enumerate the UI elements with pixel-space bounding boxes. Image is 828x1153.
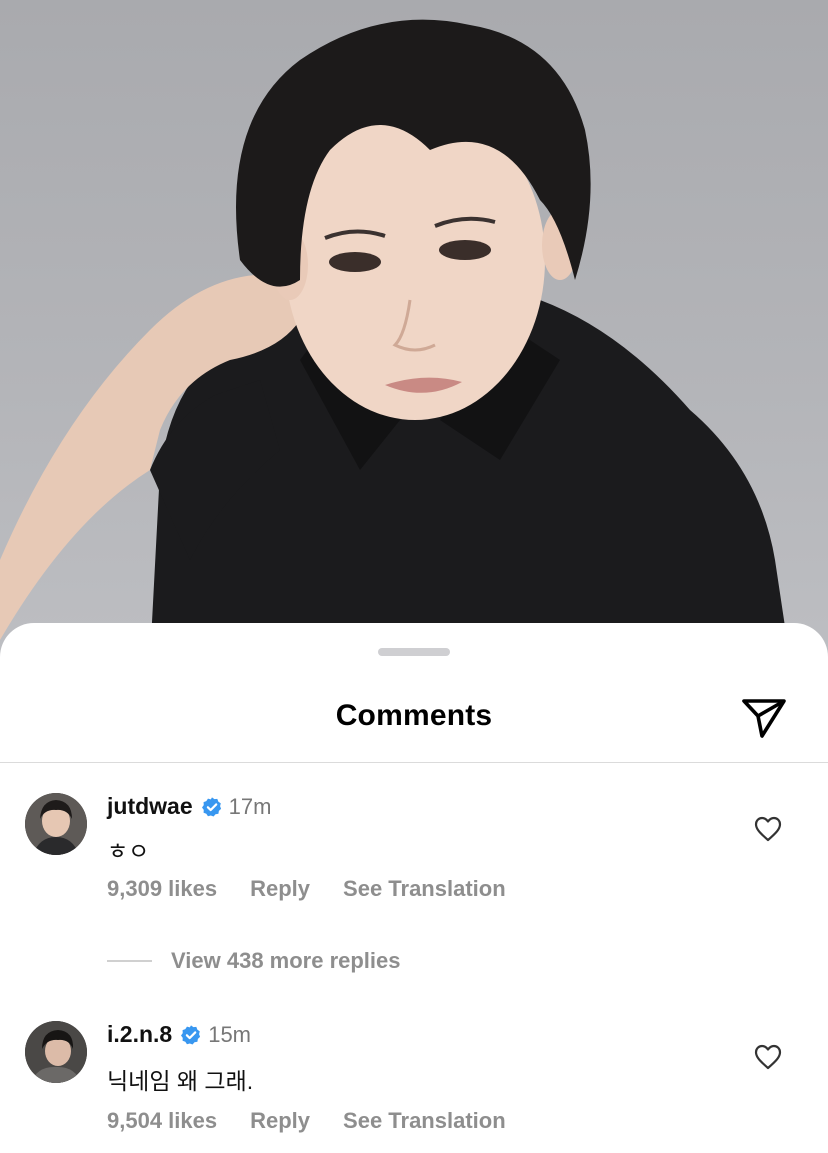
comment-time: 17m [228, 793, 272, 819]
person-photo-illustration [0, 19, 790, 660]
comment-time: 15m [208, 1021, 251, 1047]
likes-count[interactable]: 9,309 likes [107, 876, 217, 902]
paper-plane-icon[interactable] [740, 696, 788, 740]
comment-actions: 9,309 likes Reply See Translation [107, 876, 506, 902]
avatar[interactable] [25, 1021, 87, 1083]
username[interactable]: i.2.n.8 [107, 1021, 172, 1048]
sheet-grabber[interactable] [378, 648, 450, 656]
reply-button[interactable]: Reply [250, 876, 310, 902]
comment-text: ㅎㅇ [107, 838, 150, 864]
reply-button[interactable]: Reply [250, 1108, 310, 1134]
view-more-replies[interactable]: View 438 more replies [107, 948, 401, 974]
comment-text: 닉네임 왜 그래. [107, 1068, 254, 1094]
heart-outline-icon[interactable] [754, 816, 782, 842]
view-more-replies-label[interactable]: View 438 more replies [171, 948, 401, 974]
see-translation-button[interactable]: See Translation [343, 876, 506, 902]
header-divider [0, 762, 828, 763]
sheet-title: Comments [335, 699, 493, 732]
see-translation-button[interactable]: See Translation [343, 1108, 506, 1134]
heart-outline-icon[interactable] [754, 1044, 782, 1070]
avatar[interactable] [25, 793, 87, 855]
likes-count[interactable]: 9,504 likes [107, 1108, 217, 1134]
post-photo [0, 0, 828, 660]
verified-badge-icon [181, 1024, 201, 1045]
comment-header: jutdwae 17m [107, 793, 271, 820]
replies-line [107, 960, 152, 962]
comment-actions: 9,504 likes Reply See Translation [107, 1108, 506, 1134]
verified-badge-icon [201, 796, 221, 817]
comment-header: i.2.n.8 15m [107, 1021, 251, 1048]
username[interactable]: jutdwae [107, 793, 193, 820]
